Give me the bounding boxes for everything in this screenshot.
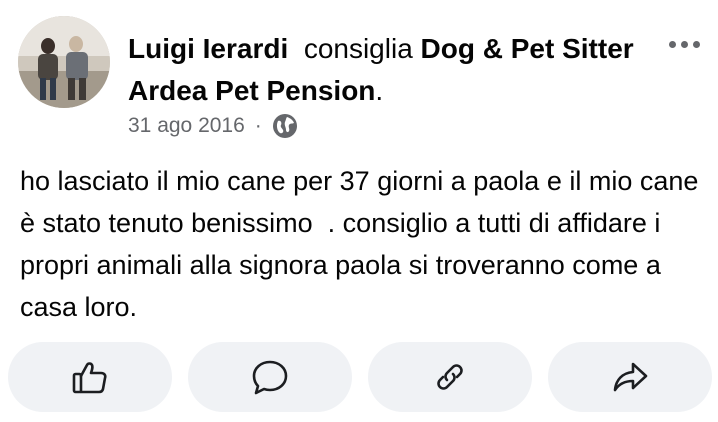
speech-bubble-icon — [251, 358, 289, 396]
comment-button[interactable] — [188, 342, 352, 412]
post-meta: 31 ago 2016 · — [128, 110, 298, 142]
globe-icon — [272, 113, 298, 139]
meta-separator: · — [254, 114, 262, 137]
recommends-verb: consiglia — [303, 33, 413, 64]
header-period: . — [375, 75, 384, 106]
link-icon — [431, 358, 469, 396]
more-options-button[interactable] — [664, 32, 704, 56]
avatar[interactable] — [18, 16, 110, 108]
more-dot — [680, 40, 688, 48]
like-button[interactable] — [8, 342, 172, 412]
post-date[interactable]: 31 ago 2016 — [128, 114, 245, 138]
share-arrow-icon — [611, 358, 649, 396]
share-button[interactable] — [548, 342, 712, 412]
post-header: Luigi Ierardi consiglia Dog & Pet Sitter… — [128, 28, 648, 112]
post-card: Luigi Ierardi consiglia Dog & Pet Sitter… — [0, 0, 718, 422]
action-bar — [8, 342, 712, 412]
post-body: ho lasciato il mio cane per 37 giorni a … — [20, 166, 706, 322]
more-dot — [668, 40, 676, 48]
author-name[interactable]: Luigi Ierardi — [128, 33, 288, 64]
copy-link-button[interactable] — [368, 342, 532, 412]
more-dot — [692, 40, 700, 48]
thumbs-up-icon — [71, 358, 109, 396]
